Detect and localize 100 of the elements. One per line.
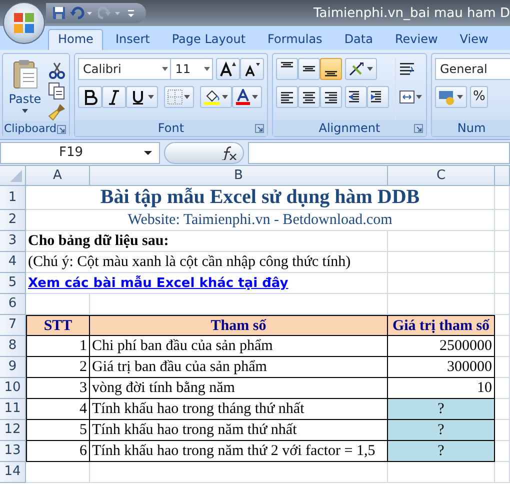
group-label: Font: [158, 121, 184, 135]
column-heading: Giá trị tham số: [388, 315, 495, 336]
currency-icon: [438, 89, 456, 105]
wrap-text-icon: [399, 62, 415, 76]
row-header[interactable]: 2: [0, 210, 26, 231]
ribbon-tab[interactable]: View: [450, 29, 498, 50]
borders-icon: [167, 89, 183, 105]
align-right-icon: [324, 90, 338, 104]
row-header[interactable]: 14: [0, 462, 26, 483]
row-header[interactable]: 13: [0, 441, 26, 462]
borders-button[interactable]: [164, 86, 194, 108]
number-format-field[interactable]: General: [435, 58, 510, 80]
dialog-launcher-icon[interactable]: [255, 124, 264, 133]
formula-field[interactable]: [248, 142, 510, 164]
table-cell: 4: [26, 399, 90, 420]
row-header[interactable]: 5: [0, 273, 26, 294]
brush-icon[interactable]: [48, 103, 66, 121]
top-align-button[interactable]: [276, 58, 298, 80]
scissors-icon[interactable]: [48, 61, 66, 79]
percent-button[interactable]: %: [470, 86, 488, 108]
underline-button[interactable]: [126, 86, 158, 108]
row-header[interactable]: 9: [0, 357, 26, 378]
empty-cell: [495, 357, 510, 378]
table-cell: ?: [388, 441, 495, 462]
empty-cell: [495, 462, 510, 483]
caret-icon: [21, 108, 29, 114]
row-header[interactable]: 6: [0, 294, 26, 315]
caret-icon: [202, 66, 212, 72]
table-cell: Cho bảng dữ liệu sau:: [26, 231, 388, 252]
ribbon-tab[interactable]: Home: [48, 29, 104, 50]
copy-icon[interactable]: [48, 82, 66, 100]
table-cell: vòng đời tính bằng năm: [90, 378, 388, 399]
empty-cell: [495, 420, 510, 441]
row-header[interactable]: 11: [0, 399, 26, 420]
name-box[interactable]: F19: [0, 142, 160, 164]
font-name-field[interactable]: Calibri: [78, 58, 172, 80]
column-header[interactable]: A: [26, 166, 90, 186]
fill-color-icon: [203, 89, 221, 105]
caret-icon: [160, 66, 170, 72]
fill-color-button[interactable]: [200, 86, 232, 108]
font-size-field[interactable]: 11: [170, 58, 213, 80]
merge-cells-icon: [399, 90, 415, 104]
save-icon[interactable]: [52, 6, 66, 20]
group-label: Clipboard: [4, 122, 57, 135]
paste-button[interactable]: Paste: [6, 58, 44, 121]
table-cell: ?: [388, 399, 495, 420]
ribbon-tab[interactable]: Insert: [105, 29, 160, 50]
row-header[interactable]: 3: [0, 231, 26, 252]
caret-icon: [366, 66, 374, 72]
row-header[interactable]: 12: [0, 420, 26, 441]
function-icon: [221, 146, 237, 160]
row-header[interactable]: 8: [0, 336, 26, 357]
ribbon-tab[interactable]: Formulas: [258, 29, 332, 50]
table-cell: Tính khấu hao trong năm thứ 2 với factor = 1,5: [90, 441, 388, 462]
sheet-title: Bài tập mẫu Excel sử dụng hàm DDB: [26, 186, 495, 210]
link[interactable]: Xem các bài mẫu Excel khác tại đây: [28, 276, 288, 291]
group-label: Num: [457, 121, 486, 135]
caret-icon: [251, 94, 259, 100]
corner-triangle-icon: [9, 169, 23, 183]
dialog-launcher-icon[interactable]: [57, 125, 66, 134]
bottom-align-button[interactable]: [320, 58, 342, 80]
dialog-launcher-icon[interactable]: [414, 124, 423, 133]
align-center-button[interactable]: [298, 86, 320, 108]
column-header[interactable]: B: [90, 166, 388, 186]
shrink-font-button[interactable]: [240, 58, 264, 80]
currency-button[interactable]: [435, 86, 467, 108]
insert-function-button[interactable]: [164, 142, 244, 164]
ribbon-tab[interactable]: Data: [334, 29, 383, 50]
caret-icon: [147, 94, 155, 100]
ribbon-tab[interactable]: Page Layout: [162, 29, 256, 50]
row-header[interactable]: 10: [0, 378, 26, 399]
office-button[interactable]: [3, 2, 45, 44]
align-left-button[interactable]: [276, 86, 298, 108]
undo-icon[interactable]: [70, 6, 94, 20]
bold-button[interactable]: [78, 86, 102, 108]
row-header[interactable]: 7: [0, 315, 26, 336]
increase-indent-button[interactable]: [367, 86, 389, 108]
italic-button[interactable]: [102, 86, 126, 108]
shrink-font-icon: [243, 61, 261, 77]
table-cell: 3: [26, 378, 90, 399]
caret-icon: [221, 94, 229, 100]
table-cell: Tính khấu hao trong năm thứ nhất: [90, 420, 388, 441]
middle-align-button[interactable]: [298, 58, 320, 80]
table-cell: 300000: [388, 357, 495, 378]
caret-icon: [456, 94, 464, 100]
column-heading: STT: [26, 315, 90, 336]
orientation-button[interactable]: [345, 58, 377, 80]
ribbon-tab[interactable]: Review: [384, 29, 448, 50]
align-right-button[interactable]: [320, 86, 342, 108]
align-left-icon: [280, 90, 294, 104]
row-header[interactable]: 1: [0, 186, 26, 210]
decrease-indent-button[interactable]: [345, 86, 367, 108]
middle-align-icon: [302, 66, 316, 72]
row-header[interactable]: 4: [0, 252, 26, 273]
grow-font-button[interactable]: [216, 58, 240, 80]
clipboard-icon: [11, 58, 39, 90]
font-color-button[interactable]: [232, 86, 262, 108]
column-header[interactable]: C: [388, 166, 495, 186]
empty-cell: [495, 273, 510, 294]
empty-cell: [495, 252, 510, 273]
